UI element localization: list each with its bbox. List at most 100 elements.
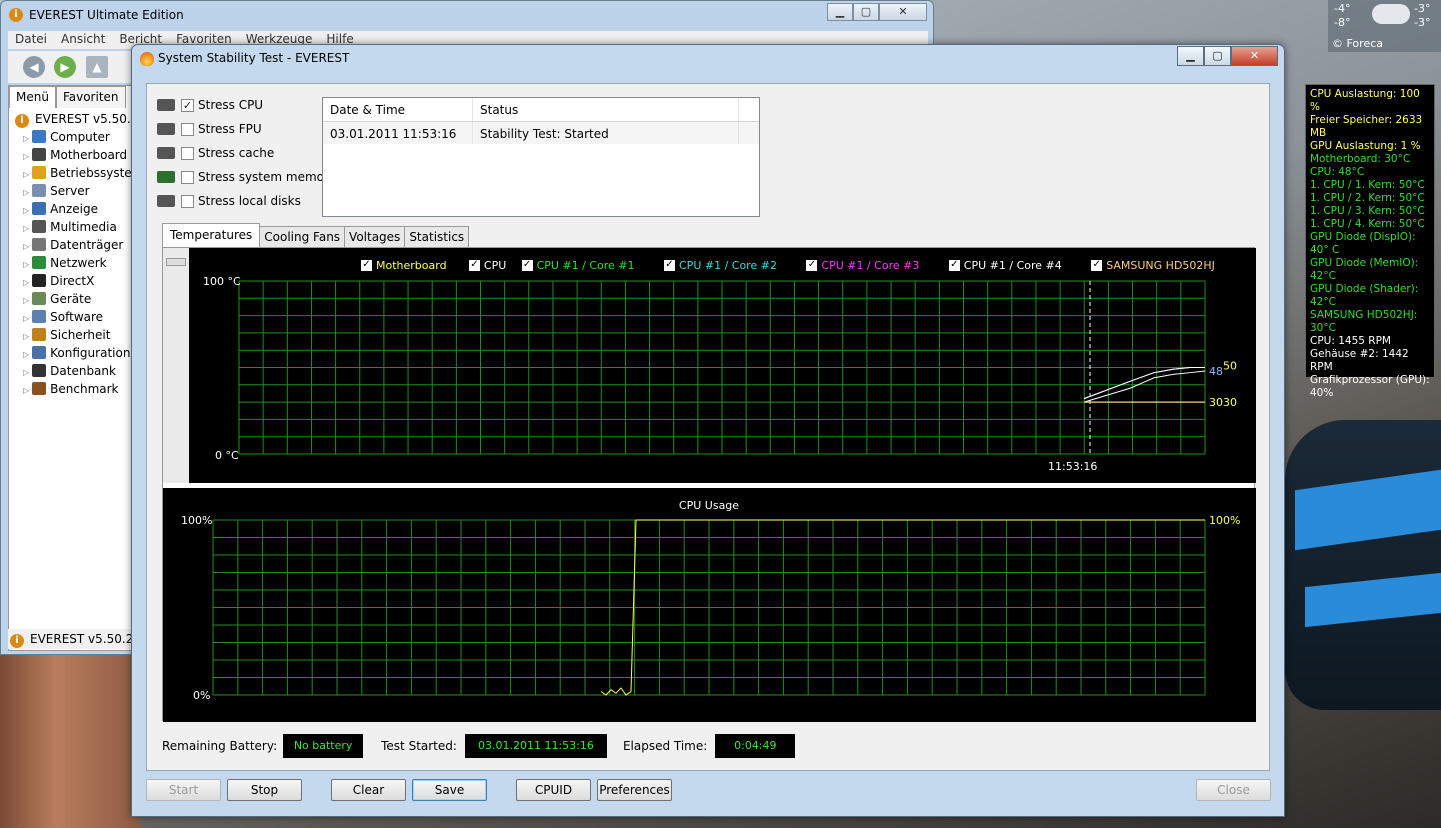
stress-option-3[interactable]: Stress system memory xyxy=(157,167,336,187)
stress-checkbox[interactable]: ✓ xyxy=(181,98,194,112)
weather-temp-4: -3° xyxy=(1414,16,1431,29)
close-button[interactable]: ✕ xyxy=(879,3,927,21)
expand-arrow-icon[interactable]: ▷ xyxy=(23,224,29,233)
tree-item-disk[interactable]: ▷ Datenträger xyxy=(9,236,135,254)
graph-scrollbar[interactable] xyxy=(163,248,189,483)
battery-label: Remaining Battery: xyxy=(162,739,278,753)
weather-temp-2: -8° xyxy=(1334,16,1351,29)
minimize-button[interactable]: ▁ xyxy=(827,3,853,21)
stability-client-area: ✓ Stress CPU Stress FPU Stress cache Stress … xyxy=(146,83,1270,771)
save-button[interactable]: Save xyxy=(412,779,487,801)
tree-item-motherboard[interactable]: ▷ Motherboard xyxy=(9,146,135,164)
tree-item-directx[interactable]: ▷ DirectX xyxy=(9,272,135,290)
cpuid-button[interactable]: CPUID xyxy=(516,779,591,801)
clear-button[interactable]: Clear xyxy=(331,779,406,801)
sensor-line: CPU Auslastung: 100 % xyxy=(1310,88,1420,113)
tree-item-display[interactable]: ▷ Anzeige xyxy=(9,200,135,218)
expand-arrow-icon[interactable]: ▷ xyxy=(23,296,29,305)
expand-arrow-icon[interactable]: ▷ xyxy=(23,260,29,269)
tree-item-computer[interactable]: ▷ Computer xyxy=(9,128,135,146)
network-icon xyxy=(32,256,47,269)
column-status[interactable]: Status xyxy=(473,98,739,121)
stress-option-0[interactable]: ✓ Stress CPU xyxy=(157,95,263,115)
server-icon xyxy=(32,184,47,197)
tree-item-multimedia[interactable]: ▷ Multimedia xyxy=(9,218,135,236)
stop-button[interactable]: Stop xyxy=(227,779,302,801)
tree-item-label: Software xyxy=(50,310,104,324)
series-line xyxy=(1083,367,1205,400)
expand-arrow-icon[interactable]: ▷ xyxy=(23,170,29,179)
tree-item-server[interactable]: ▷ Server xyxy=(9,182,135,200)
series-line xyxy=(1083,367,1205,400)
tree-item-benchmark[interactable]: ▷ Benchmark xyxy=(9,380,135,398)
elapsed-value: 0:04:49 xyxy=(715,734,796,758)
maximize-button[interactable]: ▢ xyxy=(853,3,879,21)
stress-checkbox[interactable] xyxy=(181,146,194,160)
back-icon[interactable]: ◀ xyxy=(23,56,45,78)
menu-item-ansicht[interactable]: Ansicht xyxy=(54,31,112,49)
expand-arrow-icon[interactable]: ▷ xyxy=(23,314,29,323)
main-titlebar[interactable]: i EVEREST Ultimate Edition xyxy=(1,1,933,29)
tree-item-label: Betriebssystem xyxy=(50,166,135,180)
tree-item-devices[interactable]: ▷ Geräte xyxy=(9,290,135,308)
tree-item-software[interactable]: ▷ Software xyxy=(9,308,135,326)
sensor-line: 1. CPU / 2. Kern: 50°C xyxy=(1310,192,1425,204)
cpu-usage-chart: CPU Usage 100% 0% 100% xyxy=(163,488,1256,722)
stress-option-4[interactable]: Stress local disks xyxy=(157,191,301,211)
menu-item-datei[interactable]: Datei xyxy=(8,31,54,49)
cpu-usage-chart-svg: CPU Usage 100% 0% 100% xyxy=(181,499,1240,702)
column-date-time[interactable]: Date & Time xyxy=(323,98,473,121)
tab-temperatures[interactable]: Temperatures xyxy=(162,223,261,247)
stability-minimize-button[interactable]: ▁ xyxy=(1177,46,1204,66)
tree-item-config[interactable]: ▷ Konfiguration xyxy=(9,344,135,362)
info-icon: i xyxy=(9,8,23,22)
stress-checkbox[interactable] xyxy=(181,122,194,136)
sensor-line: Gehäuse #2: 1442 RPM xyxy=(1310,348,1409,373)
expand-arrow-icon[interactable]: ▷ xyxy=(23,350,29,359)
tab-favorites[interactable]: Favoriten xyxy=(55,86,126,108)
weather-gadget[interactable]: -4° -8° -3° -3° © Foreca xyxy=(1328,0,1441,52)
stress-checkbox[interactable] xyxy=(181,194,194,208)
tree-root[interactable]: i EVEREST v5.50.2100 xyxy=(9,110,135,128)
stability-maximize-button[interactable]: ▢ xyxy=(1204,46,1231,66)
expand-arrow-icon[interactable]: ▷ xyxy=(23,152,29,161)
stability-close-button[interactable]: ✕ xyxy=(1231,46,1278,66)
up-icon[interactable]: ▲ xyxy=(86,56,108,78)
tab-menu[interactable]: Menü xyxy=(9,86,56,108)
scroll-thumb[interactable] xyxy=(166,258,186,266)
tab-cooling-fans[interactable]: Cooling Fans xyxy=(259,226,346,247)
stress-checkbox[interactable] xyxy=(181,170,194,184)
status-text: EVEREST v5.50.2100 xyxy=(30,632,134,646)
flame-icon xyxy=(140,52,154,66)
expand-arrow-icon[interactable]: ▷ xyxy=(23,368,29,377)
tree-item-database[interactable]: ▷ Datenbank xyxy=(9,362,135,380)
temperature-chart-svg: 100 °C 0 °C 11:53:16 48 50 30 30 xyxy=(203,275,1237,473)
graph-tabs: Temperatures Cooling Fans Voltages Stati… xyxy=(162,223,470,247)
tree-item-network[interactable]: ▷ Netzwerk xyxy=(9,254,135,272)
wallpaper-car xyxy=(1285,420,1441,710)
stress-option-1[interactable]: Stress FPU xyxy=(157,119,262,139)
preferences-button[interactable]: Preferences xyxy=(597,779,672,801)
tree-item-label: Sicherheit xyxy=(50,328,111,342)
expand-arrow-icon[interactable]: ▷ xyxy=(23,134,29,143)
cpu-chip-icon xyxy=(157,99,175,111)
close-dialog-button[interactable]: Close xyxy=(1196,779,1271,801)
tab-voltages[interactable]: Voltages xyxy=(344,226,406,247)
expand-arrow-icon[interactable]: ▷ xyxy=(23,206,29,215)
sensor-line: GPU Diode (DispIO): 40° C xyxy=(1310,231,1416,256)
expand-arrow-icon[interactable]: ▷ xyxy=(23,332,29,341)
table-row[interactable]: 03.01.2011 11:53:16 Stability Test: Star… xyxy=(323,122,759,144)
expand-arrow-icon[interactable]: ▷ xyxy=(23,278,29,287)
tree-item-label: Computer xyxy=(50,130,110,144)
memory-icon xyxy=(157,171,175,183)
expand-arrow-icon[interactable]: ▷ xyxy=(23,242,29,251)
tree-item-security[interactable]: ▷ Sicherheit xyxy=(9,326,135,344)
forward-icon[interactable]: ▶ xyxy=(54,56,76,78)
start-button[interactable]: Start xyxy=(146,779,221,801)
tab-statistics[interactable]: Statistics xyxy=(404,226,470,247)
expand-arrow-icon[interactable]: ▷ xyxy=(23,188,29,197)
expand-arrow-icon[interactable]: ▷ xyxy=(23,386,29,395)
sensor-line: GPU Auslastung: 1 % xyxy=(1310,140,1421,152)
tree-item-windows[interactable]: ▷ Betriebssystem xyxy=(9,164,135,182)
stress-option-2[interactable]: Stress cache xyxy=(157,143,274,163)
